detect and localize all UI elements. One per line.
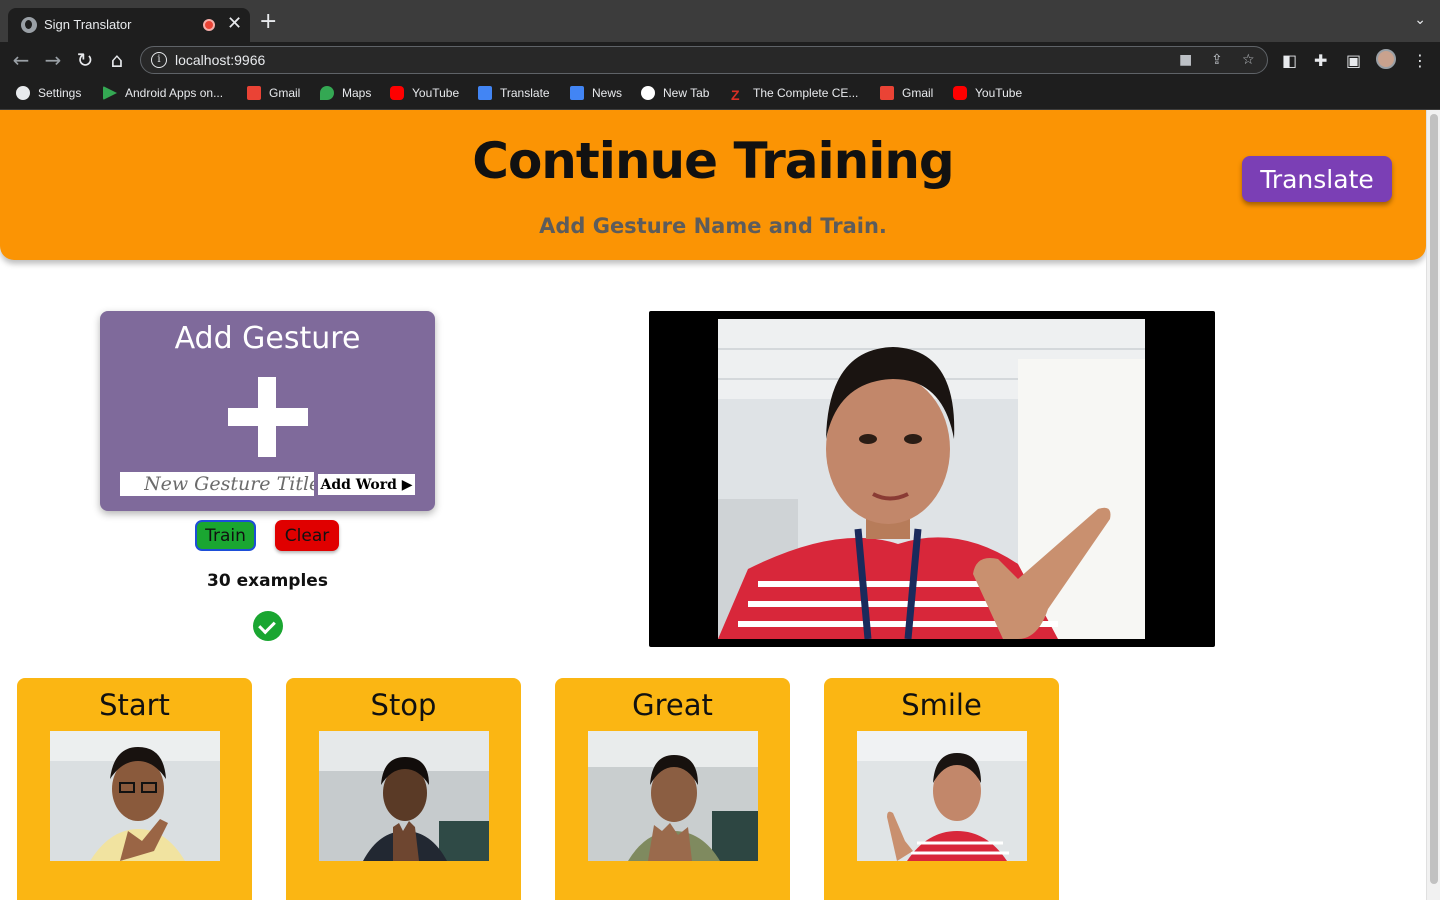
tab-search-icon[interactable]: ⌄ — [1414, 12, 1426, 28]
page-header: Continue Training Add Gesture Name and T… — [0, 110, 1426, 260]
new-tab-button[interactable]: + — [259, 11, 277, 33]
gesture-name: Smile — [901, 688, 982, 722]
gesture-thumbnail — [857, 731, 1027, 861]
gmail-icon — [880, 86, 894, 100]
z-icon: Z — [731, 87, 740, 103]
url-text[interactable]: localhost:9966 — [175, 52, 265, 68]
home-icon[interactable]: ⌂ — [104, 47, 130, 73]
train-button[interactable]: Train — [195, 520, 256, 551]
gear-icon — [16, 86, 30, 100]
bookmark-settings[interactable]: Settings — [16, 86, 81, 102]
gesture-card-stop[interactable]: Stop — [286, 678, 521, 900]
bookmarks-bar: Settings Android Apps on... Gmail Maps Y… — [0, 78, 1440, 110]
side-panel-icon[interactable]: ▣ — [1346, 51, 1361, 70]
gesture-card-smile[interactable]: Smile — [824, 678, 1059, 900]
globe-icon — [21, 17, 37, 33]
puzzle-icon[interactable]: ✚ — [1314, 51, 1327, 70]
examples-count: 30 examples — [207, 571, 328, 591]
bookmark-gmail[interactable]: Gmail — [247, 86, 300, 102]
menu-icon[interactable]: ⋮ — [1412, 51, 1428, 70]
gesture-name: Great — [632, 688, 713, 722]
youtube-icon — [390, 86, 404, 100]
tab-title: Sign Translator — [44, 17, 132, 32]
tab-close-icon[interactable]: ✕ — [227, 13, 242, 34]
maps-icon — [320, 86, 334, 100]
webcam-video — [649, 311, 1215, 647]
add-gesture-title: Add Gesture — [174, 321, 361, 356]
page-content: Continue Training Add Gesture Name and T… — [0, 110, 1426, 900]
add-gesture-card: Add Gesture Add Word ▶ — [100, 311, 435, 511]
gesture-name: Stop — [370, 688, 437, 722]
scrollbar-thumb[interactable] — [1430, 114, 1438, 884]
browser-tab[interactable]: Sign Translator ✕ — [8, 8, 250, 42]
gesture-thumbnail — [319, 731, 489, 861]
page-scrollbar[interactable] — [1426, 110, 1440, 900]
bookmark-complete-ce[interactable]: Z The Complete CE... — [731, 86, 858, 102]
bookmark-news[interactable]: News — [570, 86, 622, 102]
gesture-card-start[interactable]: Start — [17, 678, 252, 900]
gesture-title-input[interactable] — [120, 472, 314, 496]
bookmark-translate[interactable]: Translate — [478, 86, 550, 102]
news-icon — [570, 86, 584, 100]
check-icon — [253, 611, 283, 641]
gesture-card-great[interactable]: Great — [555, 678, 790, 900]
play-store-icon — [103, 86, 117, 100]
extension-icon[interactable]: ◧ — [1282, 51, 1297, 70]
new-tab-icon — [641, 86, 655, 100]
recording-icon — [203, 19, 215, 31]
gesture-thumbnail — [588, 731, 758, 861]
webcam-feed-image — [718, 319, 1145, 639]
clear-button[interactable]: Clear — [275, 520, 339, 551]
page-subtitle: Add Gesture Name and Train. — [539, 214, 887, 238]
back-icon[interactable]: ← — [8, 47, 34, 73]
translate-button[interactable]: Translate — [1242, 156, 1392, 202]
profile-avatar[interactable] — [1376, 49, 1396, 69]
gmail-icon — [247, 86, 261, 100]
share-icon[interactable]: ⇪ — [1211, 52, 1223, 68]
bookmark-youtube-2[interactable]: YouTube — [953, 86, 1022, 102]
bookmark-gmail-2[interactable]: Gmail — [880, 86, 933, 102]
gesture-name: Start — [99, 688, 170, 722]
bookmark-new-tab[interactable]: New Tab — [641, 86, 709, 102]
camera-icon[interactable]: ■ — [1179, 52, 1192, 68]
youtube-icon — [953, 86, 967, 100]
browser-toolbar: ← → ↻ ⌂ i localhost:9966 ■ ⇪ ☆ ◧ ✚ ▣ ⋮ — [0, 42, 1440, 78]
bookmark-android-apps[interactable]: Android Apps on... — [103, 86, 223, 102]
bookmark-maps[interactable]: Maps — [320, 86, 371, 102]
address-bar[interactable]: i localhost:9966 ■ ⇪ ☆ — [140, 46, 1268, 74]
plus-icon[interactable] — [228, 377, 308, 457]
add-word-button[interactable]: Add Word ▶ — [318, 474, 415, 495]
gesture-thumbnail — [50, 731, 220, 861]
bookmark-star-icon[interactable]: ☆ — [1242, 52, 1255, 68]
forward-icon[interactable]: → — [40, 47, 66, 73]
reload-icon[interactable]: ↻ — [72, 47, 98, 73]
browser-tab-bar: Sign Translator ✕ + ⌄ — [0, 0, 1440, 42]
bookmark-youtube[interactable]: YouTube — [390, 86, 459, 102]
translate-icon — [478, 86, 492, 100]
site-info-icon[interactable]: i — [151, 52, 167, 68]
page-title: Continue Training — [472, 132, 954, 190]
